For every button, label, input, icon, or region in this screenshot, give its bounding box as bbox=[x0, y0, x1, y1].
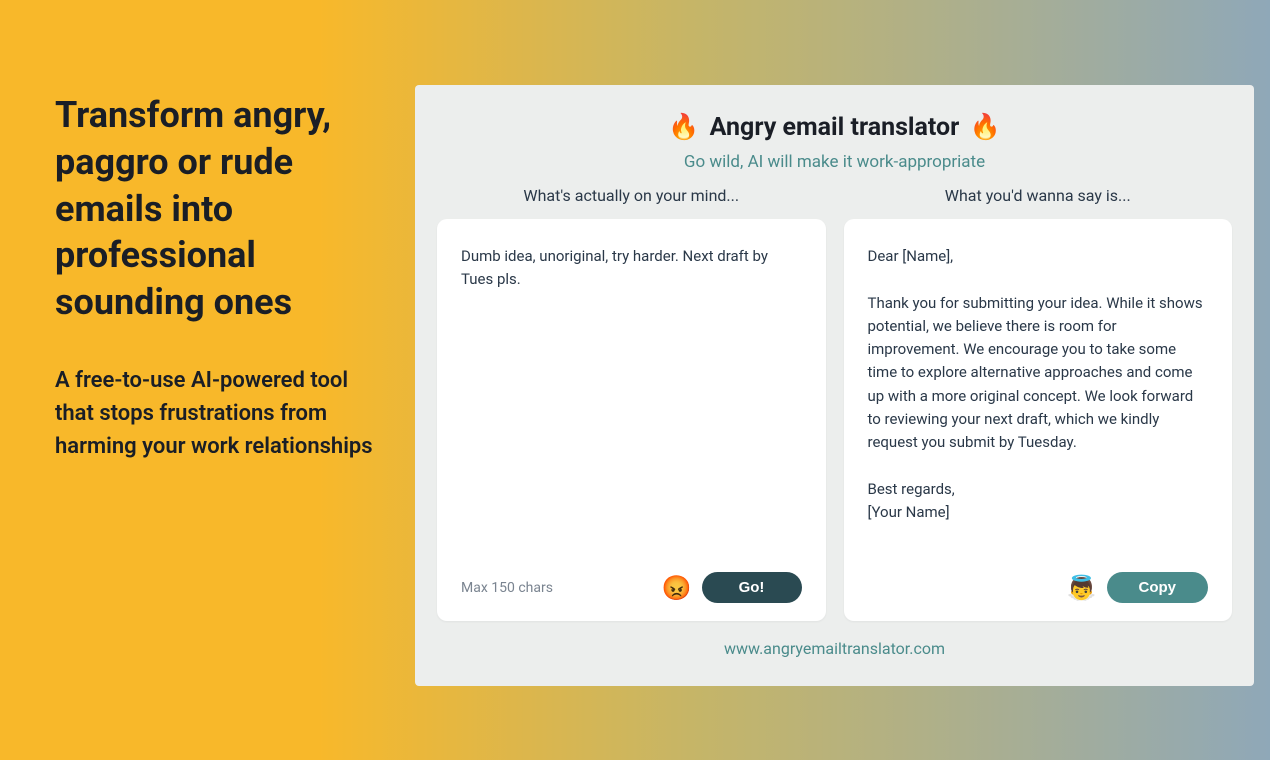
angry-face-icon: 😡 bbox=[662, 576, 692, 600]
input-card: Dumb idea, unoriginal, try harder. Next … bbox=[437, 219, 826, 621]
app-title-text: Angry email translator bbox=[710, 113, 960, 142]
copy-button[interactable]: Copy bbox=[1107, 572, 1209, 603]
marketing-column: Transform angry, paggro or rude emails i… bbox=[55, 92, 375, 463]
site-url[interactable]: www.angryemailtranslator.com bbox=[437, 639, 1232, 658]
output-card: Dear [Name], Thank you for submitting yo… bbox=[844, 219, 1233, 621]
output-footer: 👼 Copy bbox=[868, 572, 1209, 603]
app-panel: 🔥 Angry email translator 🔥 Go wild, AI w… bbox=[415, 85, 1254, 686]
subheadline: A free-to-use AI-powered tool that stops… bbox=[55, 364, 375, 463]
columns: What's actually on your mind... Dumb ide… bbox=[437, 186, 1232, 621]
angel-face-icon: 👼 bbox=[1067, 576, 1097, 600]
char-limit: Max 150 chars bbox=[461, 580, 553, 596]
input-label: What's actually on your mind... bbox=[437, 186, 826, 205]
headline: Transform angry, paggro or rude emails i… bbox=[55, 92, 375, 326]
app-title: 🔥 Angry email translator 🔥 bbox=[437, 113, 1232, 142]
app-tagline: Go wild, AI will make it work-appropriat… bbox=[437, 152, 1232, 172]
output-text: Dear [Name], Thank you for submitting yo… bbox=[868, 245, 1209, 564]
output-label: What you'd wanna say is... bbox=[844, 186, 1233, 205]
fire-icon: 🔥 bbox=[970, 113, 1001, 142]
input-textarea[interactable]: Dumb idea, unoriginal, try harder. Next … bbox=[461, 245, 802, 564]
app-header: 🔥 Angry email translator 🔥 Go wild, AI w… bbox=[437, 113, 1232, 172]
go-button[interactable]: Go! bbox=[702, 572, 802, 603]
input-footer: Max 150 chars 😡 Go! bbox=[461, 572, 802, 603]
input-column: What's actually on your mind... Dumb ide… bbox=[437, 186, 826, 621]
output-column: What you'd wanna say is... Dear [Name], … bbox=[844, 186, 1233, 621]
fire-icon: 🔥 bbox=[668, 113, 699, 142]
